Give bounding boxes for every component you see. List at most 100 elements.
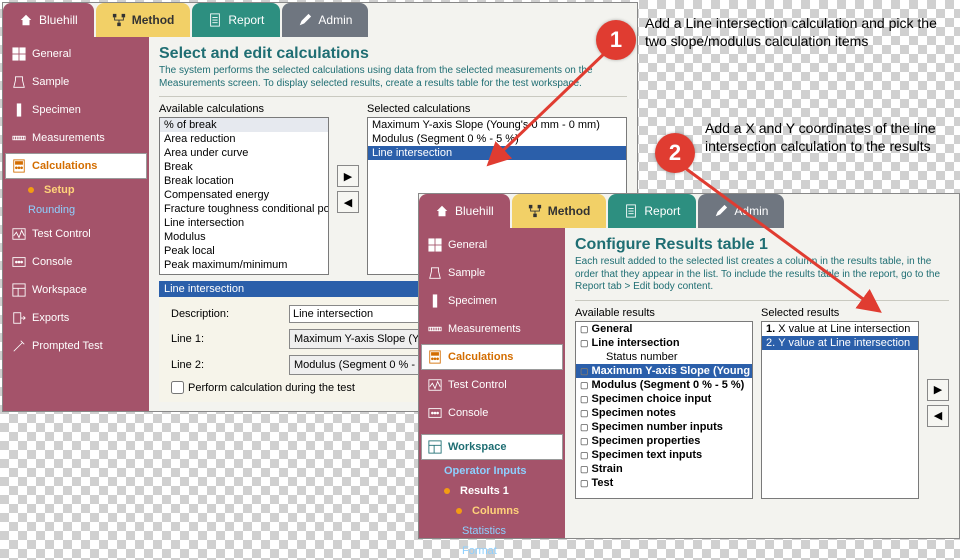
move-buttons: ▶ ◀ [337,103,359,275]
flow-icon [528,204,542,218]
selected-label: Selected results [761,307,919,319]
tree-item[interactable]: General [576,322,752,336]
sidebar-item-console[interactable]: Console [421,400,563,426]
sidebar-sub-label: Operator Inputs [444,465,527,477]
sidebar-item-general[interactable]: General [421,232,563,258]
workspace-icon [12,283,26,297]
list-item[interactable]: Fracture toughness conditional po [160,202,328,216]
sidebar-item-label: Measurements [32,132,105,144]
sidebar-item-measurements[interactable]: Measurements [5,125,147,151]
tab-report[interactable]: Report [192,3,280,37]
add-button[interactable]: ▶ [337,165,359,187]
sidebar-item-label: Exports [32,312,69,324]
tree-item[interactable]: Specimen notes [576,406,752,420]
available-results-tree[interactable]: General Line intersection Status number … [575,321,753,499]
list-item[interactable]: Compensated energy [160,188,328,202]
list-item[interactable]: Poisson's ratio [160,272,328,275]
remove-button[interactable]: ◀ [337,191,359,213]
waveform-icon [12,227,26,241]
available-calculations-list[interactable]: % of break Area reduction Area under cur… [159,117,329,275]
sidebar-item-prompted-test[interactable]: Prompted Test [5,333,147,359]
sidebar-sub-operator-inputs[interactable]: Operator Inputs [421,462,563,480]
list-item[interactable]: Area reduction [160,132,328,146]
list-item[interactable]: 2. Y value at Line intersection [762,336,918,350]
sidebar-item-specimen[interactable]: Specimen [421,288,563,314]
list-item[interactable]: Modulus [160,230,328,244]
tab-report[interactable]: Report [608,194,696,228]
selected-label: Selected calculations [367,103,627,115]
sidebar-sub-label: Rounding [28,204,75,216]
description-label: Description: [171,308,279,320]
list-item[interactable]: Modulus (Segment 0 % - 5 %) [368,132,626,146]
sidebar-item-label: Console [448,407,488,419]
list-item[interactable]: Area under curve [160,146,328,160]
tab-home-label: Bluehill [455,204,494,218]
list-item[interactable]: Line intersection [368,146,626,160]
sidebar-sub-label: Format [462,545,497,557]
sidebar-item-sample[interactable]: Sample [421,260,563,286]
list-item[interactable]: Peak local [160,244,328,258]
tab-method[interactable]: Method [96,3,191,37]
sidebar-item-measurements[interactable]: Measurements [421,316,563,342]
add-button[interactable]: ▶ [927,379,949,401]
tab-admin[interactable]: Admin [282,3,368,37]
tree-item[interactable]: Modulus (Segment 0 % - 5 %) [576,378,752,392]
sidebar-item-label: Prompted Test [32,340,103,352]
sidebar-item-test-control[interactable]: Test Control [421,372,563,398]
tab-home[interactable]: Bluehill [3,3,94,37]
tree-item[interactable]: Specimen text inputs [576,448,752,462]
list-item[interactable]: Peak maximum/minimum [160,258,328,272]
ruler-icon [428,322,442,336]
sidebar-item-sample[interactable]: Sample [5,69,147,95]
list-item[interactable]: % of break [160,118,328,132]
sidebar-sub-results1[interactable]: Results 1 [421,482,563,500]
sidebar-sub-setup[interactable]: Setup [5,181,147,199]
sidebar-item-label: Sample [448,267,485,279]
sidebar-item-test-control[interactable]: Test Control [5,221,147,247]
tab-home[interactable]: Bluehill [419,194,510,228]
tree-item[interactable]: Specimen number inputs [576,420,752,434]
tab-admin-label: Admin [734,204,768,218]
specimen-icon [428,294,442,308]
tree-item[interactable]: Strain [576,462,752,476]
tree-item[interactable]: Test [576,476,752,490]
tree-item[interactable]: Status number [576,350,752,364]
sidebar-sub-statistics[interactable]: Statistics [421,522,563,540]
calculator-icon [428,350,442,364]
tab-method[interactable]: Method [512,194,607,228]
list-item[interactable]: Break [160,160,328,174]
sidebar-item-calculations[interactable]: Calculations [421,344,563,370]
selected-results-list[interactable]: 1. X value at Line intersection 2. Y val… [761,321,919,499]
sidebar-item-console[interactable]: Console [5,249,147,275]
sidebar-item-label: Calculations [448,351,513,363]
perform-checkbox[interactable] [171,381,184,394]
tree-item[interactable]: Specimen properties [576,434,752,448]
sidebar-sub-columns[interactable]: Columns [421,502,563,520]
tree-item[interactable]: Specimen choice input [576,392,752,406]
sidebar-item-workspace[interactable]: Workspace [421,434,563,460]
list-item[interactable]: Maximum Y-axis Slope (Young's 0 mm - 0 m… [368,118,626,132]
pencil-icon [714,204,728,218]
tree-item[interactable]: Maximum Y-axis Slope (Young [576,364,752,378]
sidebar-sub-rounding[interactable]: Rounding [5,201,147,219]
tab-report-label: Report [644,204,680,218]
sidebar-item-general[interactable]: General [5,41,147,67]
sidebar-item-exports[interactable]: Exports [5,305,147,331]
remove-button[interactable]: ◀ [927,405,949,427]
sidebar-item-workspace[interactable]: Workspace [5,277,147,303]
sidebar-item-specimen[interactable]: Specimen [5,97,147,123]
panel-title: Select and edit calculations [159,45,627,63]
callout-badge-1: 1 [596,20,636,60]
list-item[interactable]: Break location [160,174,328,188]
list-item[interactable]: 1. X value at Line intersection [762,322,918,336]
tree-item[interactable]: Line intersection [576,336,752,350]
list-item[interactable]: Line intersection [160,216,328,230]
callout-badge-2: 2 [655,133,695,173]
callout-text-1: Add a Line intersection calculation and … [645,15,945,50]
general-icon [428,238,442,252]
pencil-icon [298,13,312,27]
tab-admin[interactable]: Admin [698,194,784,228]
sidebar-item-calculations[interactable]: Calculations [5,153,147,179]
sidebar-item-label: Test Control [32,228,91,240]
sidebar-sub-format[interactable]: Format [421,542,563,560]
